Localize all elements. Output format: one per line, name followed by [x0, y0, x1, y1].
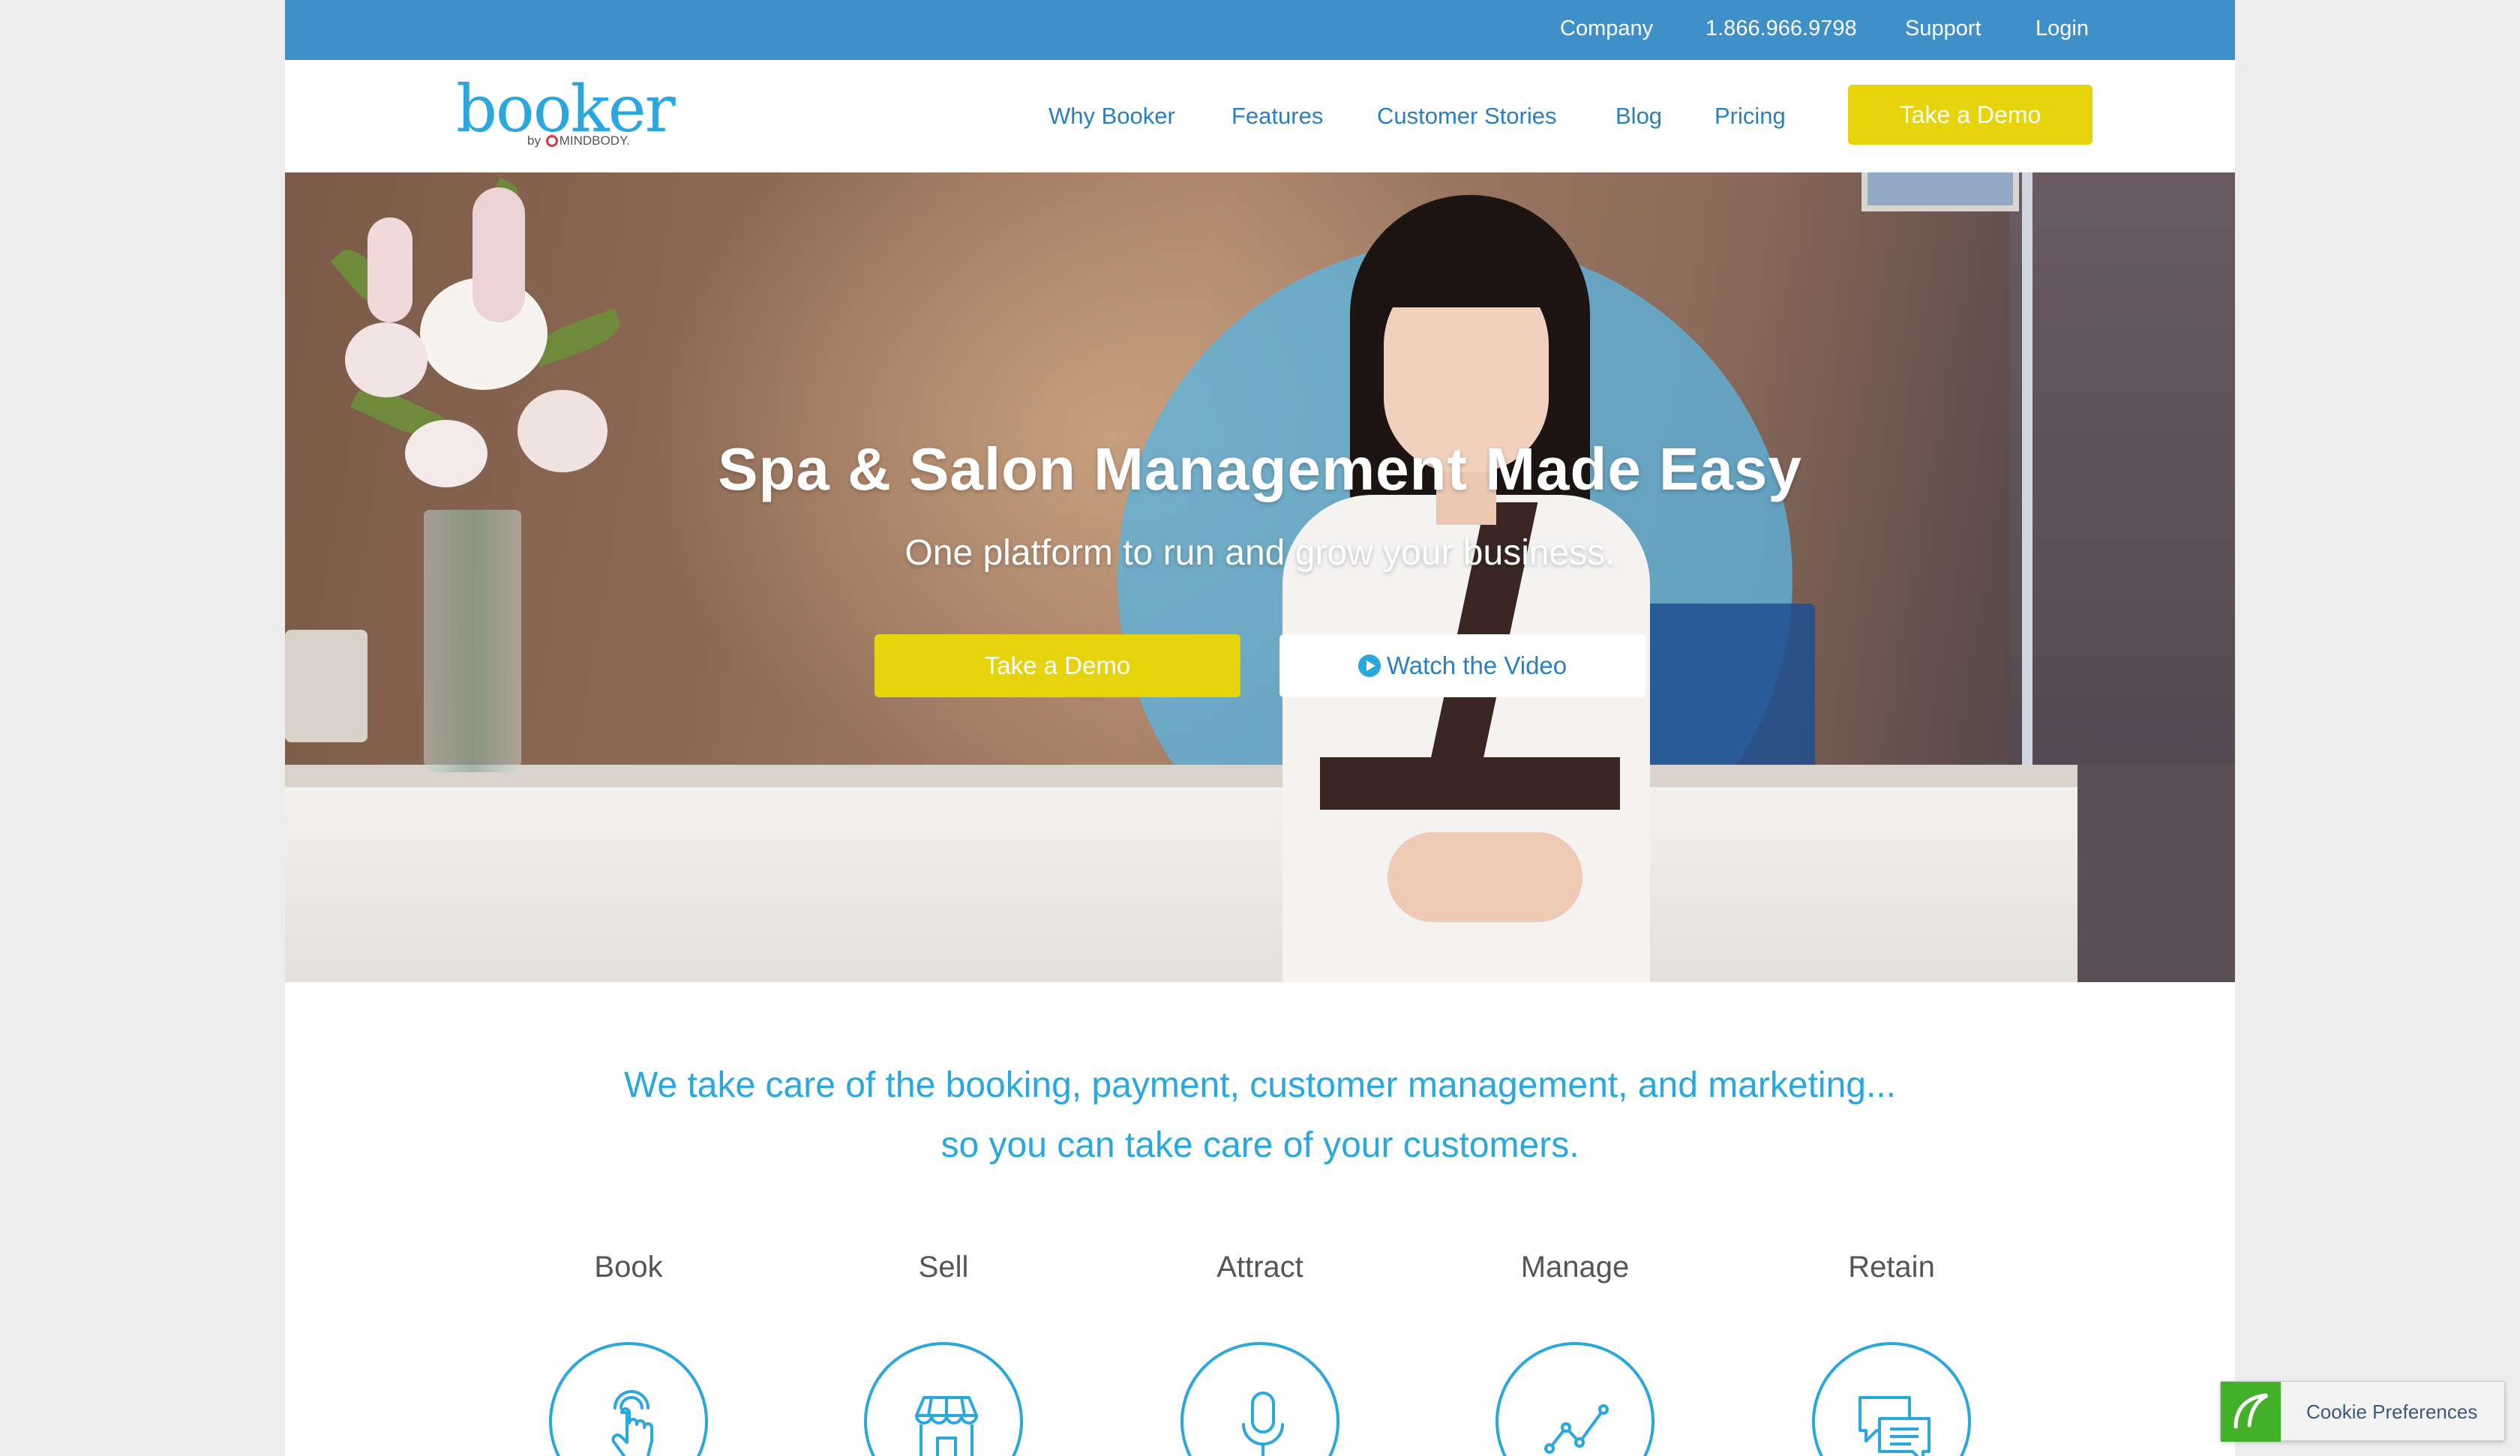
- chat-bubbles-icon: [1858, 1396, 1930, 1456]
- hero-desk-phone: [285, 630, 368, 742]
- person-uniform-belt: [1320, 757, 1620, 810]
- nav-pricing[interactable]: Pricing: [1714, 60, 1786, 172]
- hero-desk-shadow: [2078, 765, 2235, 982]
- mindbody-ring-icon: [545, 135, 558, 147]
- top-utility-bar: Company 1.866.966.9798 Support Login: [285, 0, 2235, 60]
- nav-why-booker[interactable]: Why Booker: [1048, 60, 1175, 172]
- feature-label-manage: Manage: [1520, 1251, 1630, 1284]
- feature-label-sell: Sell: [918, 1251, 969, 1284]
- hero-title: Spa & Salon Management Made Easy: [718, 436, 1802, 502]
- hero-watch-video-button[interactable]: Watch the Video: [1280, 634, 1646, 697]
- feature-retain-circle[interactable]: [1812, 1342, 1971, 1456]
- main-header: booker by MINDBODY. Why Booker Features …: [285, 60, 2235, 172]
- cookie-preferences-button[interactable]: Cookie Preferences: [2220, 1381, 2505, 1442]
- cookie-shield-icon: [2221, 1382, 2281, 1442]
- hero-take-demo-button[interactable]: Take a Demo: [874, 634, 1240, 697]
- hero-section: Spa & Salon Management Made Easy One pla…: [285, 172, 2235, 982]
- touch-icon: [611, 1390, 653, 1456]
- feature-sell-circle[interactable]: [864, 1342, 1023, 1456]
- page: Company 1.866.966.9798 Support Login boo…: [285, 0, 2235, 1456]
- nav-blog[interactable]: Blog: [1616, 60, 1662, 172]
- logo-partner-text: MINDBODY.: [559, 133, 630, 148]
- topbar-phone-link[interactable]: 1.866.966.9798: [1706, 0, 1857, 60]
- snapdragon-flower: [368, 217, 412, 322]
- feature-label-attract: Attract: [1216, 1251, 1304, 1284]
- feature-label-retain: Retain: [1848, 1251, 1935, 1284]
- pink-flower: [345, 322, 428, 397]
- tagline-line-1: We take care of the booking, payment, cu…: [623, 1065, 1896, 1105]
- feature-manage-circle[interactable]: [1496, 1342, 1654, 1456]
- feature-label-book: Book: [594, 1251, 663, 1284]
- hero-reception-desk: [285, 787, 2235, 982]
- play-icon: [1358, 655, 1381, 677]
- nav-customer-stories[interactable]: Customer Stories: [1377, 60, 1556, 172]
- storefront-icon: [915, 1396, 978, 1456]
- feature-book-circle[interactable]: [549, 1342, 708, 1456]
- topbar-support-link[interactable]: Support: [1905, 0, 1982, 60]
- snapdragon-flower: [472, 187, 525, 322]
- nav-features[interactable]: Features: [1232, 60, 1323, 172]
- topbar-company-link[interactable]: Company: [1560, 0, 1653, 60]
- hero-background-frame: [1862, 172, 2019, 211]
- line-chart-icon: [1544, 1404, 1609, 1454]
- booker-logo[interactable]: booker by MINDBODY.: [456, 72, 676, 157]
- header-take-demo-button[interactable]: Take a Demo: [1848, 85, 2092, 145]
- logo-by-text: by: [527, 133, 541, 148]
- feature-attract-circle[interactable]: [1180, 1342, 1340, 1456]
- topbar-login-link[interactable]: Login: [2036, 0, 2089, 60]
- cookie-preferences-label: Cookie Preferences: [2306, 1401, 2478, 1423]
- hero-subtitle: One platform to run and grow your busine…: [904, 533, 1616, 573]
- person-hands: [1388, 832, 1582, 922]
- microphone-icon: [1242, 1392, 1284, 1456]
- logo-byline: by MINDBODY.: [527, 133, 630, 148]
- tagline-line-2: so you can take care of your customers.: [940, 1125, 1580, 1165]
- hero-watch-video-label: Watch the Video: [1386, 652, 1568, 679]
